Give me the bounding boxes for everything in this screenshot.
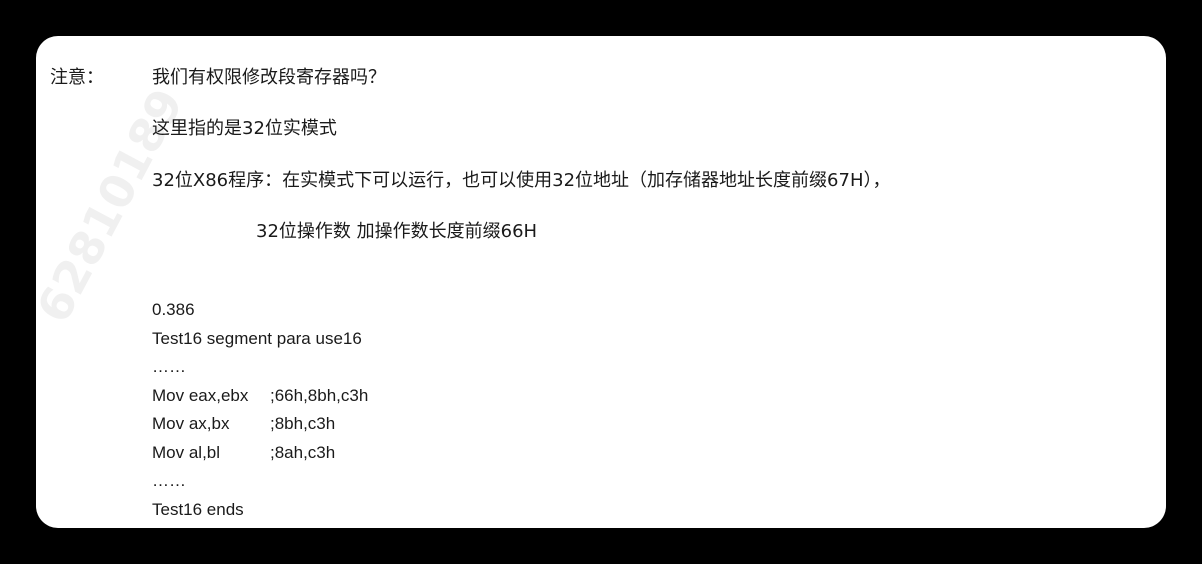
code-comment: ;66h,8bh,c3h bbox=[270, 385, 369, 405]
code-line: Mov al,bl ;8ah,c3h bbox=[152, 442, 336, 462]
code-line: Test16 segment para use16 bbox=[152, 328, 362, 348]
address-prefix-note: 32位X86程序：在实模式下可以运行，也可以使用32位地址（加存储器地址长度前缀… bbox=[152, 170, 891, 191]
code-comment: ;8bh,c3h bbox=[270, 414, 336, 433]
mode-note: 这里指的是32位实模式 bbox=[152, 118, 337, 139]
note-label: 注意： bbox=[50, 67, 104, 88]
code-line: …… bbox=[152, 357, 186, 376]
code-comment: ;8ah,c3h bbox=[270, 442, 336, 462]
code-line: Mov ax,bx ;8bh,c3h bbox=[152, 414, 336, 433]
operand-prefix-note: 32位操作数 加操作数长度前缀66H bbox=[256, 221, 538, 242]
code-line: …… bbox=[152, 471, 186, 490]
slide-card: 62810189 注意： 我们有权限修改段寄存器吗？ 这里指的是32位实模式 3… bbox=[36, 36, 1166, 528]
code-line: Test16 ends bbox=[152, 499, 244, 519]
code-line: Mov eax,ebx ;66h,8bh,c3h bbox=[152, 385, 369, 405]
code-block: 0.386 Test16 segment para use16 …… Mov e… bbox=[152, 296, 368, 524]
question-text: 我们有权限修改段寄存器吗？ bbox=[152, 67, 386, 88]
code-line: 0.386 bbox=[152, 300, 195, 319]
